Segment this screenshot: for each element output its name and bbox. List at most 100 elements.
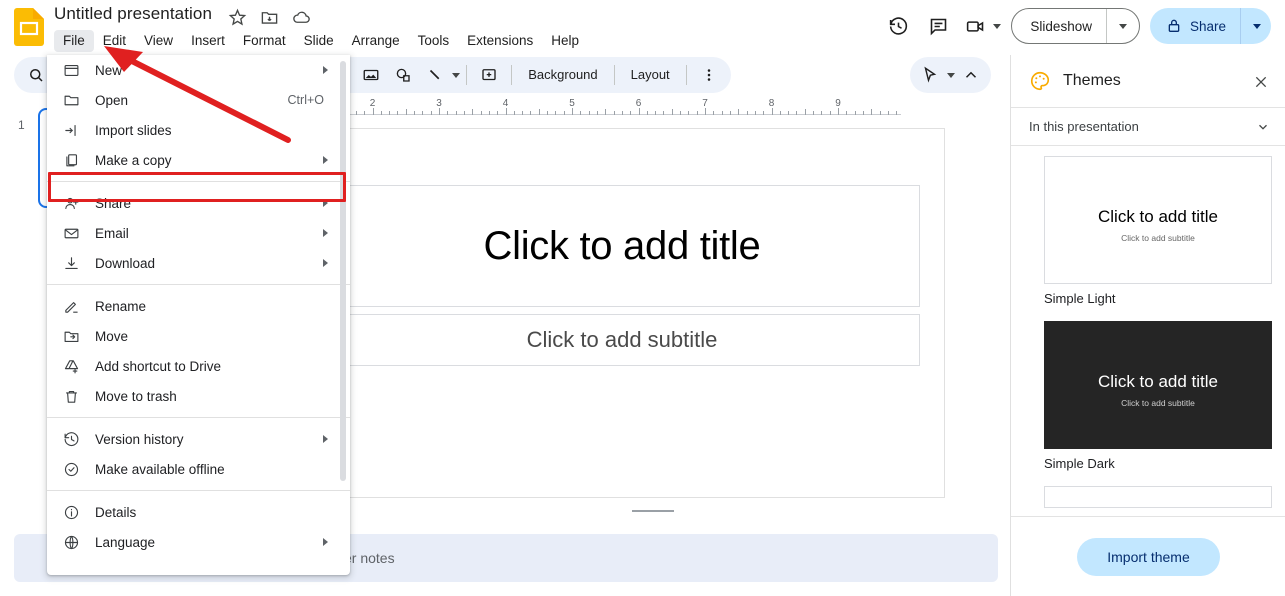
- menu-slide[interactable]: Slide: [295, 30, 343, 52]
- ruler-tick: [588, 111, 590, 115]
- star-icon[interactable]: [228, 8, 247, 27]
- file-menu-item-make-available-offline[interactable]: Make available offline: [47, 454, 350, 484]
- pointer-dropdown-caret[interactable]: [947, 72, 955, 78]
- menu-file[interactable]: File: [54, 30, 94, 52]
- file-menu-item-add-shortcut-to-drive[interactable]: Add shortcut to Drive: [47, 351, 350, 381]
- slideshow-button[interactable]: Slideshow: [1011, 8, 1140, 44]
- collapse-toolbar-button[interactable]: [955, 59, 987, 91]
- notes-resize-handle[interactable]: [632, 510, 674, 512]
- toolbar-divider: [613, 65, 615, 85]
- file-menu-item-details[interactable]: Details: [47, 497, 350, 527]
- cloud-saved-icon[interactable]: [292, 8, 311, 27]
- insert-line-button[interactable]: [419, 59, 451, 91]
- insert-shape-button[interactable]: [387, 59, 419, 91]
- subtitle-placeholder[interactable]: Click to add subtitle: [324, 314, 920, 366]
- file-menu-item-language[interactable]: Language: [47, 527, 350, 557]
- document-title[interactable]: Untitled presentation: [54, 4, 212, 24]
- ruler-tick: [713, 111, 715, 115]
- ruler-tick: [680, 111, 682, 115]
- file-menu-scrollbar[interactable]: [340, 61, 346, 481]
- file-menu-item-move[interactable]: Move: [47, 321, 350, 351]
- video-camera-icon: [966, 20, 984, 32]
- theme-card-next-partial[interactable]: [1044, 486, 1272, 508]
- theme-thumbnail[interactable]: [1044, 486, 1272, 508]
- file-menu-item-label: Share: [95, 195, 132, 211]
- slideshow-dropdown[interactable]: [1107, 23, 1139, 29]
- file-menu-item-label: Move to trash: [95, 388, 177, 404]
- file-menu-item-version-history[interactable]: Version history: [47, 424, 350, 454]
- insert-image-button[interactable]: [355, 59, 387, 91]
- theme-name-label: Simple Dark: [1044, 456, 1115, 471]
- line-dropdown-caret[interactable]: [452, 72, 461, 78]
- menu-help[interactable]: Help: [542, 30, 588, 52]
- theme-card-simple-dark[interactable]: Click to add title Click to add subtitle…: [1044, 321, 1272, 471]
- ruler-tick: [705, 108, 706, 115]
- theme-thumb-title: Click to add title: [1098, 372, 1218, 391]
- app-header: Untitled presentation File Edit View Ins…: [0, 0, 1285, 55]
- version-history-button[interactable]: [878, 6, 918, 46]
- share-dropdown[interactable]: [1241, 23, 1271, 29]
- theme-thumbnail[interactable]: Click to add title Click to add subtitle: [1044, 156, 1272, 284]
- ruler-tick: [663, 111, 665, 115]
- file-menu-item-label: New: [95, 62, 123, 78]
- header-actions: Slideshow Share: [878, 4, 1271, 48]
- file-menu-item-label: Rename: [95, 298, 147, 314]
- history-clock-icon: [61, 429, 81, 449]
- submenu-arrow-icon: [323, 229, 328, 237]
- move-to-folder-icon[interactable]: [260, 8, 279, 27]
- file-menu-item-move-to-trash[interactable]: Move to trash: [47, 381, 350, 411]
- file-menu-item-import-slides[interactable]: Import slides: [47, 115, 350, 145]
- meet-dropdown-caret[interactable]: [993, 23, 1002, 29]
- search-icon: [30, 69, 43, 82]
- meet-button[interactable]: [958, 6, 992, 46]
- menu-tools[interactable]: Tools: [409, 30, 459, 52]
- ruler-tick: [505, 108, 507, 115]
- pointer-tool-button[interactable]: [914, 59, 946, 91]
- theme-filter-select[interactable]: In this presentation: [1011, 108, 1285, 145]
- theme-thumbnail[interactable]: Click to add title Click to add subtitle: [1044, 321, 1272, 449]
- themes-panel-title: Themes: [1063, 72, 1121, 89]
- file-menu-item-new[interactable]: New: [47, 55, 350, 85]
- menu-arrange[interactable]: Arrange: [343, 30, 409, 52]
- theme-thumb-title: Click to add title: [1098, 207, 1218, 226]
- menu-format[interactable]: Format: [234, 30, 295, 52]
- menu-extensions[interactable]: Extensions: [458, 30, 542, 52]
- menu-view[interactable]: View: [135, 30, 182, 52]
- layout-button[interactable]: Layout: [621, 60, 680, 90]
- ruler-tick: [364, 111, 366, 115]
- add-comment-button[interactable]: [473, 59, 505, 91]
- toolbar-divider: [466, 65, 468, 85]
- theme-card-simple-light[interactable]: Click to add title Click to add subtitle…: [1044, 156, 1272, 306]
- file-menu-separator: [47, 490, 350, 491]
- toolbar-divider: [511, 65, 513, 85]
- themes-list[interactable]: Click to add title Click to add subtitle…: [1011, 146, 1285, 556]
- file-menu-item-rename[interactable]: Rename: [47, 291, 350, 321]
- import-theme-button[interactable]: Import theme: [1077, 537, 1220, 576]
- slide-editor[interactable]: Click to add title Click to add subtitle: [299, 128, 945, 498]
- ruler-tick: [605, 109, 607, 115]
- background-button[interactable]: Background: [518, 60, 607, 90]
- ruler-tick: [813, 111, 815, 115]
- close-themes-panel-button[interactable]: [1248, 69, 1274, 95]
- ruler-tick: [463, 111, 465, 115]
- file-menu-item-open[interactable]: Open Ctrl+O: [47, 85, 350, 115]
- file-menu-item-email[interactable]: Email: [47, 218, 350, 248]
- menu-insert[interactable]: Insert: [182, 30, 234, 52]
- menu-edit[interactable]: Edit: [94, 30, 135, 52]
- file-menu-dropdown[interactable]: New Open Ctrl+O Import slides Make a copy Sha…: [47, 55, 350, 575]
- file-menu-item-share[interactable]: Share: [47, 188, 350, 218]
- file-menu-item-label: Make available offline: [95, 461, 225, 477]
- share-button[interactable]: Share: [1149, 8, 1271, 44]
- ruler-tick: [472, 109, 474, 115]
- file-menu-item-make-a-copy[interactable]: Make a copy: [47, 145, 350, 175]
- comments-button[interactable]: [918, 6, 958, 46]
- shape-icon: [396, 68, 410, 82]
- title-placeholder[interactable]: Click to add title: [324, 185, 920, 307]
- ruler-tick: [846, 111, 848, 115]
- file-menu-separator: [47, 181, 350, 182]
- title-placeholder-text: Click to add title: [483, 223, 761, 268]
- ruler-tick: [871, 109, 873, 115]
- file-menu-item-download[interactable]: Download: [47, 248, 350, 278]
- ruler-tick: [638, 108, 640, 115]
- more-options-button[interactable]: [693, 59, 725, 91]
